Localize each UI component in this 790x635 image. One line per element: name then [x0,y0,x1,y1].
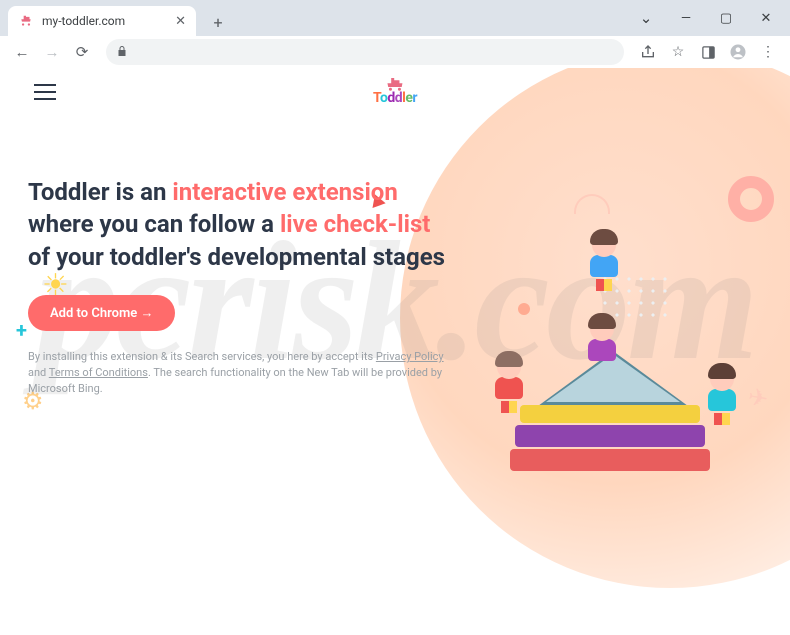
headline: Toddler is an interactive extension wher… [28,176,448,273]
add-to-chrome-button[interactable]: Add to Chrome → [28,295,175,331]
terms-link[interactable]: Terms of Conditions [49,366,148,379]
plane-icon: ✈ [746,382,771,413]
scribble-icon [574,194,610,214]
privacy-policy-link[interactable]: Privacy Policy [376,350,444,363]
chevron-down-icon[interactable]: ⌄ [626,4,666,32]
window-close-icon[interactable]: ✕ [746,4,786,32]
brand-wordmark: Toddler [373,90,417,106]
hero-illustration [480,241,740,471]
maximize-icon[interactable]: ▢ [706,4,746,32]
tab-bar: my-toddler.com ✕ + ⌄ — ▢ ✕ [0,0,790,36]
disclaimer-text: By installing this extension & its Searc… [28,349,448,397]
book-yellow [520,405,700,423]
hero-section: + ✈ ☀ ⚙ Toddler is an interactive extens… [0,116,790,417]
plus-icon: + [16,318,27,342]
child-top [580,233,628,291]
headline-part1: Toddler is an [28,178,172,206]
book-purple [515,425,705,447]
disclaimer-part1: By installing this extension & its Searc… [28,350,376,363]
kebab-menu-icon[interactable]: ⋮ [754,38,782,66]
child-right [698,367,746,425]
ring-icon [728,176,774,222]
tab-title: my-toddler.com [42,14,125,28]
browser-chrome: my-toddler.com ✕ + ⌄ — ▢ ✕ ← → ⟳ ☆ [0,0,790,68]
minimize-icon[interactable]: — [666,4,706,32]
side-panel-icon[interactable] [694,38,722,66]
profile-icon[interactable] [724,38,752,66]
close-icon[interactable]: ✕ [175,14,186,29]
toolbar-right: ☆ ⋮ [634,38,782,66]
share-icon[interactable] [634,38,662,66]
headline-part3: of your toddler's developmental stages [28,243,445,271]
back-button[interactable]: ← [8,38,36,66]
lock-icon [116,45,128,60]
page-content: pcrisk.com Toddler + ✈ ☀ ⚙ Toddler is an… [0,68,790,635]
headline-part2: where you can follow a [28,210,280,238]
reload-button[interactable]: ⟳ [68,38,96,66]
stroller-icon [18,13,34,29]
browser-toolbar: ← → ⟳ ☆ ⋮ [0,36,790,68]
browser-tab[interactable]: my-toddler.com ✕ [8,6,196,36]
headline-accent1: interactive extension [172,178,397,206]
stroller-icon [386,78,404,90]
bookmark-icon[interactable]: ☆ [664,38,692,66]
child-middle [578,317,626,361]
disclaimer-and: and [28,366,49,379]
child-left [485,355,533,413]
book-red [510,449,710,471]
cta-label: Add to Chrome → [50,305,153,321]
book-stack [510,403,710,471]
headline-accent2: live check-list [280,210,430,238]
new-tab-button[interactable]: + [204,8,232,36]
window-controls: ⌄ — ▢ ✕ [626,4,786,32]
hamburger-menu-icon[interactable] [28,78,62,106]
page-header: Toddler [0,68,790,116]
forward-button[interactable]: → [38,38,66,66]
url-bar[interactable] [106,39,624,65]
brand-logo[interactable]: Toddler [373,78,417,106]
